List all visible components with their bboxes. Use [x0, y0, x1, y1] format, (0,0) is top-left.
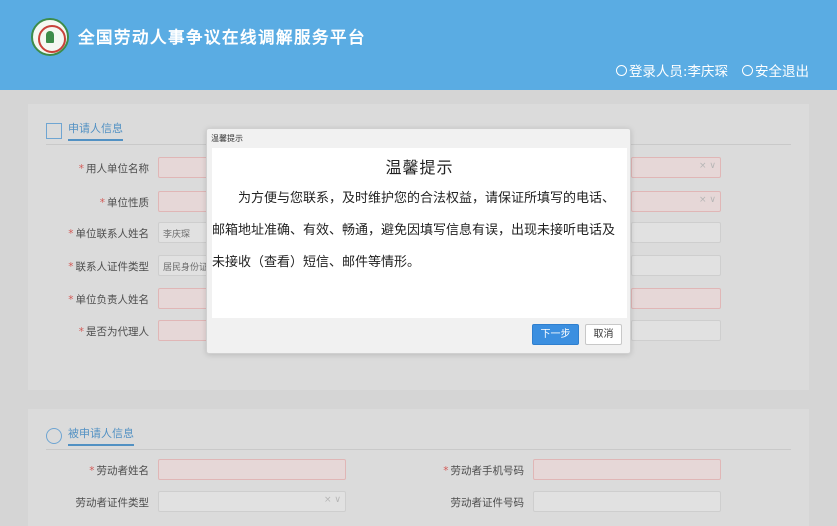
notice-dialog: 温馨提示 温馨提示 为方便与您联系，及时维护您的合法权益，请保证所填写的电话、邮…	[206, 128, 631, 354]
dialog-heading: 温馨提示	[385, 158, 454, 177]
login-user-label: 登录人员:李庆琛	[628, 64, 728, 80]
power-icon	[742, 64, 753, 76]
top-header: 全国劳动人事争议在线调解服务平台 登录人员:李庆琛 安全退出	[0, 0, 837, 90]
logout-label[interactable]: 安全退出	[755, 60, 809, 80]
platform-logo-icon	[31, 18, 69, 56]
next-step-button[interactable]: 下一步	[532, 324, 579, 345]
dialog-body: 温馨提示 为方便与您联系，及时维护您的合法权益，请保证所填写的电话、邮箱地址准确…	[212, 148, 627, 318]
logout-link[interactable]: 安全退出	[742, 60, 809, 80]
user-icon	[615, 64, 627, 76]
login-user: 登录人员:李庆琛	[615, 60, 728, 80]
dialog-message: 为方便与您联系，及时维护您的合法权益，请保证所填写的电话、邮箱地址准确、有效、畅…	[212, 191, 616, 270]
cancel-button[interactable]: 取消	[585, 324, 622, 345]
user-area: 登录人员:李庆琛 安全退出	[615, 60, 809, 80]
site-title: 全国劳动人事争议在线调解服务平台	[78, 28, 366, 47]
dialog-title-bar: 温馨提示	[211, 134, 243, 143]
